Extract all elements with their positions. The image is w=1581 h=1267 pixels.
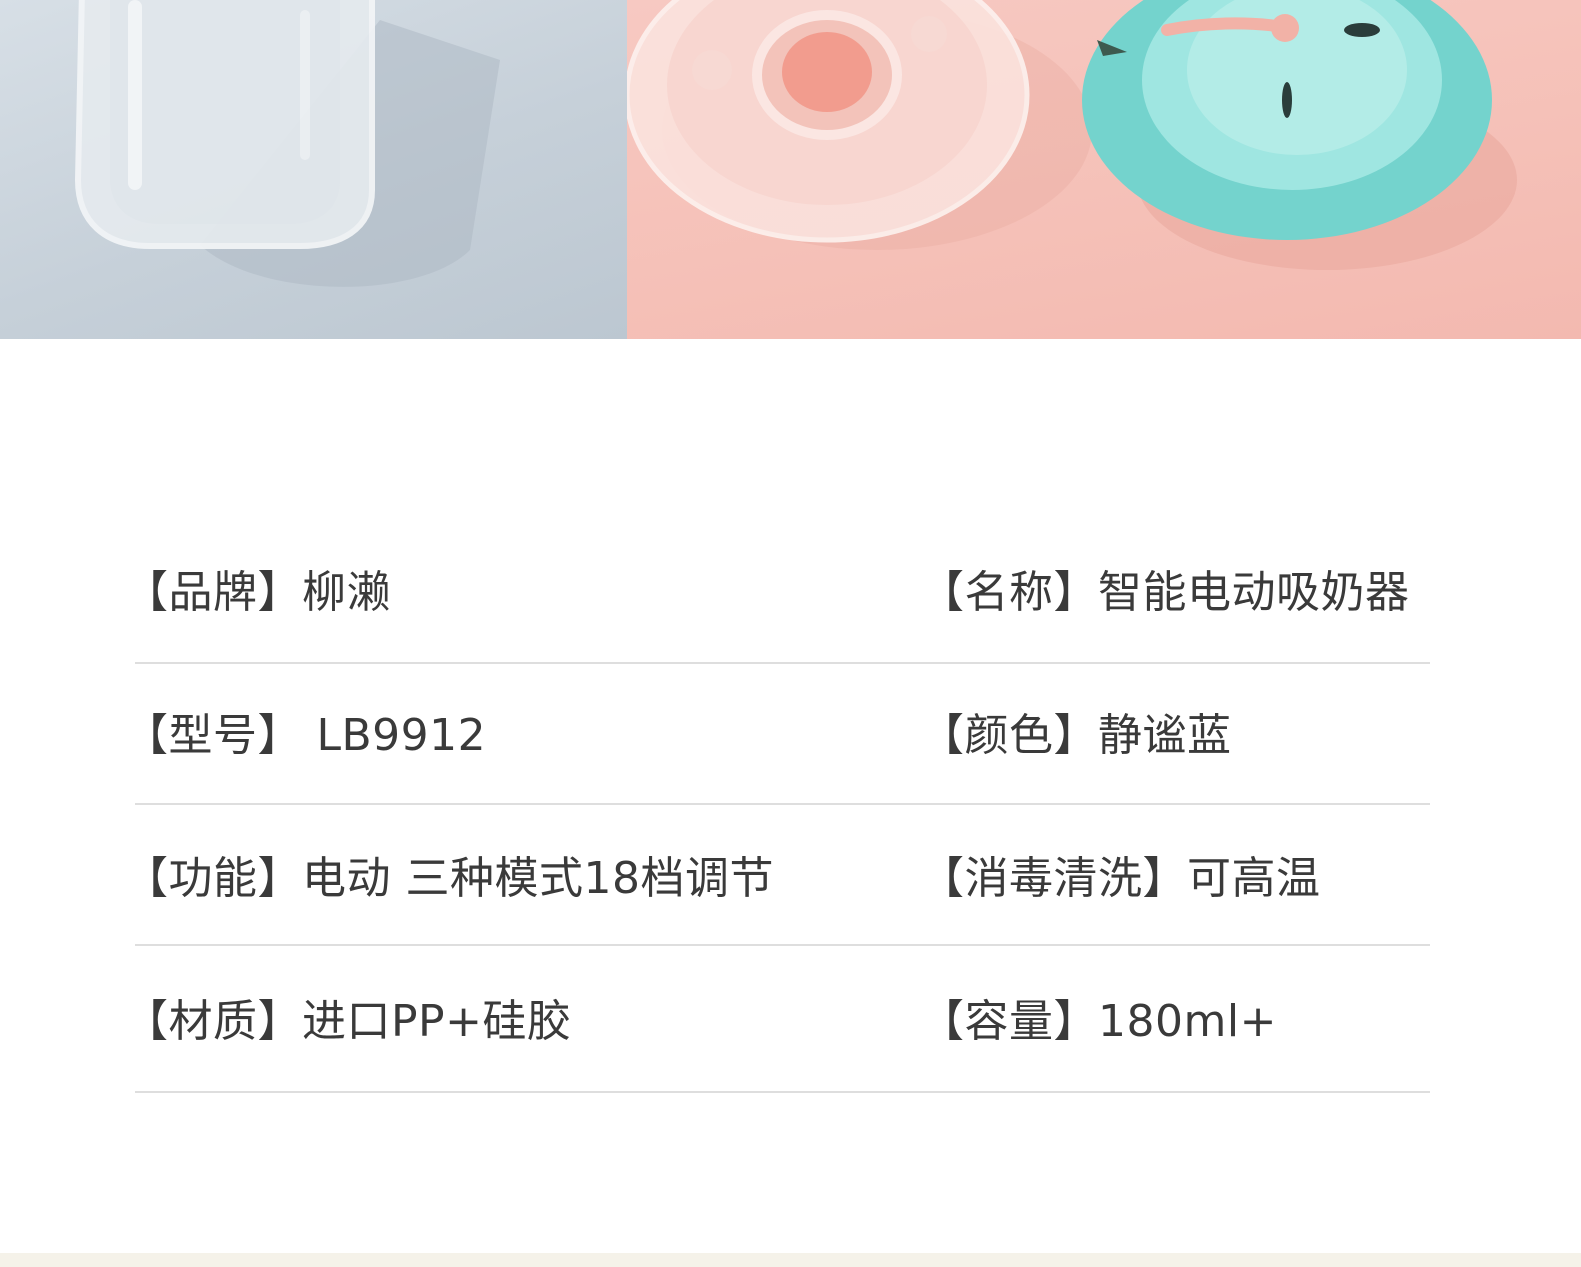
spec-color-value: 静谧蓝 (1098, 710, 1232, 761)
spec-name: 【名称】智能电动吸奶器 (920, 571, 1410, 615)
row-divider (135, 803, 1430, 805)
spec-brand: 【品牌】柳濑 (124, 571, 391, 615)
spec-model-label: 【型号】 (124, 710, 302, 761)
spec-name-label: 【名称】 (920, 567, 1098, 618)
spec-sterilize-label: 【消毒清洗】 (920, 853, 1187, 904)
spec-color-label: 【颜色】 (920, 710, 1098, 761)
spec-capacity: 【容量】180ml+ (920, 1000, 1277, 1044)
spec-material-value: 进口PP+硅胶 (302, 996, 572, 1047)
spec-brand-value: 柳濑 (302, 567, 391, 618)
spec-function-value: 电动 三种模式18档调节 (302, 853, 774, 904)
spec-sterilize-value: 可高温 (1187, 853, 1321, 904)
spec-model-value: LB9912 (302, 710, 487, 761)
spec-brand-label: 【品牌】 (124, 567, 302, 618)
spec-capacity-value: 180ml+ (1098, 996, 1277, 1047)
spec-function-label: 【功能】 (124, 853, 302, 904)
spec-sterilize: 【消毒清洗】可高温 (920, 857, 1321, 901)
spec-capacity-label: 【容量】 (920, 996, 1098, 1047)
spec-name-value: 智能电动吸奶器 (1098, 567, 1410, 618)
spec-function: 【功能】电动 三种模式18档调节 (124, 857, 774, 901)
spec-table: 【品牌】柳濑 【名称】智能电动吸奶器 【型号】 LB9912 【颜色】静谧蓝 【… (0, 0, 1581, 1267)
spec-color: 【颜色】静谧蓝 (920, 714, 1232, 758)
row-divider (135, 1091, 1430, 1093)
bottom-strip (0, 1253, 1581, 1267)
spec-material: 【材质】进口PP+硅胶 (124, 1000, 571, 1044)
row-divider (135, 662, 1430, 664)
spec-material-label: 【材质】 (124, 996, 302, 1047)
row-divider (135, 944, 1430, 946)
spec-model: 【型号】 LB9912 (124, 714, 486, 758)
